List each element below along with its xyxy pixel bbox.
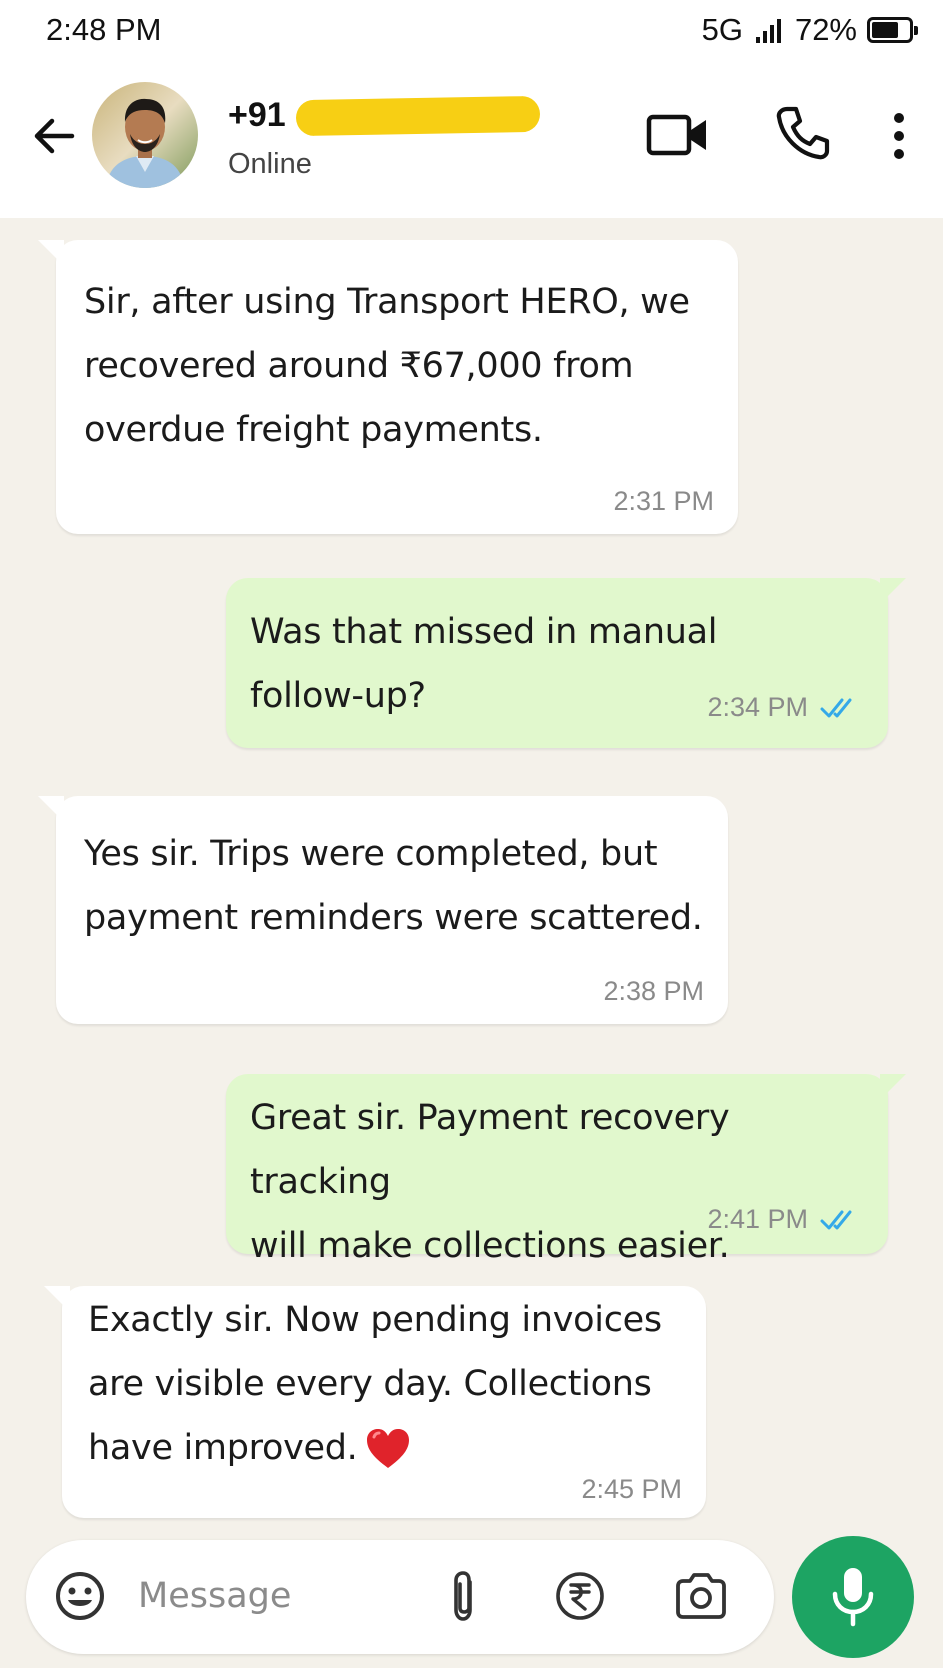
emoji-icon[interactable] (54, 1570, 106, 1622)
message-bubble-incoming[interactable]: Sir, after using Transport HERO, we reco… (38, 240, 738, 534)
camera-icon[interactable] (674, 1572, 728, 1620)
message-text: Sir, after using Transport HERO, we reco… (84, 282, 690, 450)
contact-number[interactable]: +91 (228, 96, 286, 135)
avatar[interactable] (92, 82, 198, 188)
rupee-payment-icon[interactable] (554, 1570, 606, 1622)
bubble-tail (44, 1286, 70, 1312)
message-meta: 2:45 PM (581, 1474, 682, 1505)
battery-percent: 72% (794, 12, 857, 47)
message-bubble-outgoing[interactable]: Great sir. Payment recovery tracking wil… (226, 1074, 906, 1266)
message-meta: 2:41 PM (707, 1204, 860, 1235)
message-meta: 2:38 PM (603, 976, 704, 1007)
message-meta: 2:31 PM (613, 486, 714, 517)
message-text: Great sir. Payment recovery tracking wil… (250, 1098, 730, 1266)
message-input[interactable] (138, 1568, 418, 1624)
message-text: Yes sir. Trips were completed, but payme… (84, 834, 703, 938)
status-bar: 2:48 PM 5G 72% (0, 0, 943, 60)
message-text: Exactly sir. Now pending invoices are vi… (88, 1288, 698, 1480)
battery-level (872, 22, 898, 38)
bubble-tail (880, 578, 906, 604)
status-indicators: 5G 72% (701, 12, 918, 48)
message-time: 2:45 PM (581, 1474, 682, 1504)
redaction-mark (295, 95, 541, 137)
battery-icon (867, 17, 918, 43)
more-options-icon[interactable] (884, 110, 914, 162)
bubble-tail (880, 1074, 906, 1100)
signal-icon (753, 17, 781, 43)
attach-icon[interactable] (444, 1568, 484, 1626)
voice-call-icon[interactable] (774, 104, 832, 162)
video-call-icon[interactable] (646, 110, 710, 160)
message-time: 2:41 PM (707, 1204, 808, 1234)
message-time: 2:38 PM (603, 976, 704, 1006)
chat-header: +91 Online (0, 60, 943, 218)
back-arrow-icon[interactable] (28, 110, 80, 162)
read-receipt-icon (820, 698, 852, 717)
red-heart-icon (367, 1429, 410, 1468)
message-composer (26, 1540, 774, 1654)
bubble-tail (38, 796, 64, 822)
message-bubble-incoming[interactable]: Exactly sir. Now pending invoices are vi… (44, 1286, 706, 1518)
message-bubble-incoming[interactable]: Yes sir. Trips were completed, but payme… (38, 796, 728, 1024)
contact-status: Online (228, 148, 312, 180)
message-time: 2:31 PM (613, 486, 714, 516)
message-bubble-outgoing[interactable]: Was that missed in manual follow-up? 2:3… (226, 578, 906, 748)
message-meta: 2:34 PM (707, 692, 860, 723)
voice-message-button[interactable] (792, 1536, 914, 1658)
network-type: 5G (701, 12, 743, 47)
message-time: 2:34 PM (707, 692, 808, 722)
read-receipt-icon (820, 1210, 852, 1229)
avatar-photo (92, 82, 198, 188)
mic-icon (832, 1568, 874, 1627)
chat-screen: 2:48 PM 5G 72% +91 Online Sir, after usi… (0, 0, 943, 1668)
status-time: 2:48 PM (46, 12, 162, 47)
bubble-tail (38, 240, 64, 266)
